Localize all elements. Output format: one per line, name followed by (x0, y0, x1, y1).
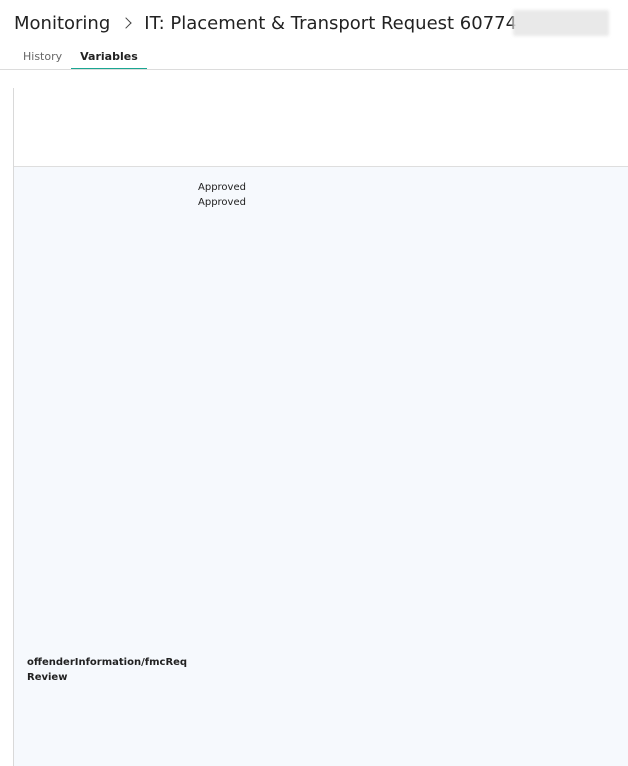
tab-bar: History Variables (14, 46, 147, 70)
chevron-right-icon (120, 17, 132, 29)
tab-variables[interactable]: Variables (71, 46, 147, 70)
variable-name-line: offenderInformation/fmcReq (27, 657, 188, 668)
page: Monitoring IT: Placement & Transport Req… (0, 0, 628, 766)
page-title: IT: Placement & Transport Request 60774 (144, 12, 518, 34)
variables-panel: Approved Approved offenderInformation/fm… (13, 88, 628, 766)
breadcrumb-monitoring-link[interactable]: Monitoring (14, 13, 110, 34)
tab-history[interactable]: History (14, 46, 71, 70)
variable-value: Approved (198, 182, 246, 193)
variable-value: Approved (198, 197, 246, 208)
variable-name: offenderInformation/fmcReq Review (27, 655, 187, 685)
panel-header (14, 88, 628, 167)
redacted-text (513, 10, 610, 36)
tabs-divider (0, 69, 628, 70)
variable-name-line: Review (27, 672, 68, 683)
breadcrumb: Monitoring IT: Placement & Transport Req… (14, 10, 610, 36)
